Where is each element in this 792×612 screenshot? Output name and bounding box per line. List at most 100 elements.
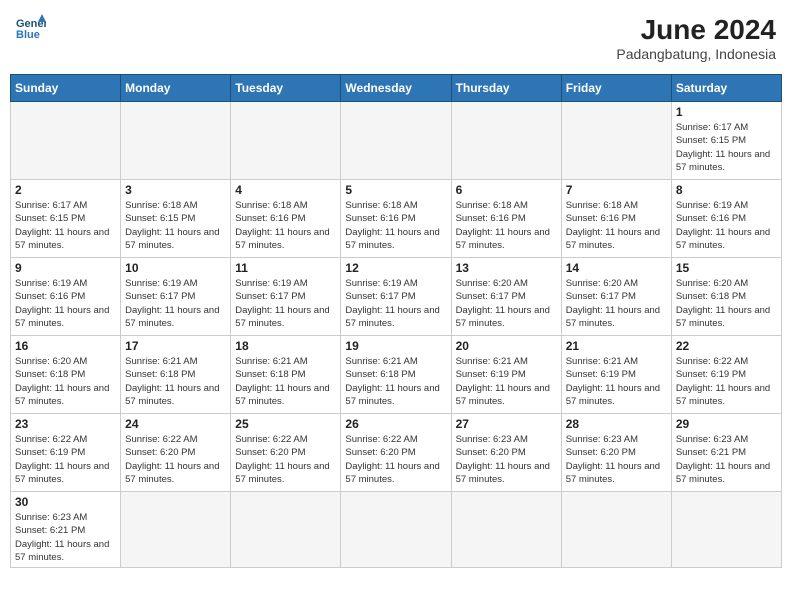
calendar-cell: 2Sunrise: 6:17 AMSunset: 6:15 PMDaylight… — [11, 180, 121, 258]
day-of-week-tuesday: Tuesday — [231, 75, 341, 102]
day-info: Sunrise: 6:18 AMSunset: 6:16 PMDaylight:… — [456, 199, 557, 252]
calendar-cell: 8Sunrise: 6:19 AMSunset: 6:16 PMDaylight… — [671, 180, 781, 258]
calendar-cell — [451, 492, 561, 568]
calendar-cell: 11 Sunrise: 6:19 AMSunset: 6:17 PMDayligh… — [231, 258, 341, 336]
day-info: Sunrise: 6:19 AMSunset: 6:17 PMDaylight:… — [125, 277, 226, 330]
day-info: Sunrise: 6:18 AMSunset: 6:16 PMDaylight:… — [235, 199, 336, 252]
calendar-cell — [121, 492, 231, 568]
calendar-cell: 9 Sunrise: 6:19 AMSunset: 6:16 PMDaylight… — [11, 258, 121, 336]
svg-text:Blue: Blue — [16, 29, 40, 41]
day-of-week-wednesday: Wednesday — [341, 75, 451, 102]
calendar-cell: 13 Sunrise: 6:20 AMSunset: 6:17 PMDayligh… — [451, 258, 561, 336]
day-info: Sunrise: 6:21 AMSunset: 6:18 PMDaylight:… — [345, 355, 446, 408]
calendar-cell: 23 Sunrise: 6:22 AMSunset: 6:19 PMDayligh… — [11, 414, 121, 492]
calendar-cell — [341, 102, 451, 180]
calendar-cell: 1Sunrise: 6:17 AMSunset: 6:15 PMDaylight… — [671, 102, 781, 180]
day-info: Sunrise: 6:19 AMSunset: 6:16 PMDaylight:… — [15, 277, 116, 330]
general-blue-logo-icon: General Blue — [16, 14, 46, 42]
day-info: Sunrise: 6:21 AMSunset: 6:19 PMDaylight:… — [566, 355, 667, 408]
day-info: Sunrise: 6:22 AMSunset: 6:20 PMDaylight:… — [125, 433, 226, 486]
day-number: 25 — [235, 417, 336, 431]
calendar-cell: 7Sunrise: 6:18 AMSunset: 6:16 PMDaylight… — [561, 180, 671, 258]
day-info: Sunrise: 6:22 AMSunset: 6:19 PMDaylight:… — [15, 433, 116, 486]
day-of-week-friday: Friday — [561, 75, 671, 102]
day-info: Sunrise: 6:21 AMSunset: 6:18 PMDaylight:… — [125, 355, 226, 408]
day-info: Sunrise: 6:23 AMSunset: 6:20 PMDaylight:… — [456, 433, 557, 486]
day-number: 23 — [15, 417, 116, 431]
calendar-cell: 24 Sunrise: 6:22 AMSunset: 6:20 PMDayligh… — [121, 414, 231, 492]
day-info: Sunrise: 6:22 AMSunset: 6:20 PMDaylight:… — [345, 433, 446, 486]
calendar-cell: 17 Sunrise: 6:21 AMSunset: 6:18 PMDayligh… — [121, 336, 231, 414]
calendar-week-row: 9 Sunrise: 6:19 AMSunset: 6:16 PMDaylight… — [11, 258, 782, 336]
calendar-cell: 29 Sunrise: 6:23 AMSunset: 6:21 PMDayligh… — [671, 414, 781, 492]
day-info: Sunrise: 6:20 AMSunset: 6:17 PMDaylight:… — [456, 277, 557, 330]
day-number: 30 — [15, 495, 116, 509]
day-number: 14 — [566, 261, 667, 275]
calendar-cell: 6 Sunrise: 6:18 AMSunset: 6:16 PMDaylight… — [451, 180, 561, 258]
calendar-cell — [451, 102, 561, 180]
day-info: Sunrise: 6:23 AMSunset: 6:21 PMDaylight:… — [676, 433, 777, 486]
calendar-cell: 26Sunrise: 6:22 AMSunset: 6:20 PMDayligh… — [341, 414, 451, 492]
calendar-cell: 16Sunrise: 6:20 AMSunset: 6:18 PMDayligh… — [11, 336, 121, 414]
calendar-table: SundayMondayTuesdayWednesdayThursdayFrid… — [10, 74, 782, 568]
calendar-cell — [121, 102, 231, 180]
calendar-cell — [561, 492, 671, 568]
day-number: 6 — [456, 183, 557, 197]
day-of-week-sunday: Sunday — [11, 75, 121, 102]
day-info: Sunrise: 6:20 AMSunset: 6:17 PMDaylight:… — [566, 277, 667, 330]
day-number: 20 — [456, 339, 557, 353]
calendar-cell — [561, 102, 671, 180]
day-info: Sunrise: 6:20 AMSunset: 6:18 PMDaylight:… — [15, 355, 116, 408]
day-number: 18 — [235, 339, 336, 353]
day-number: 21 — [566, 339, 667, 353]
calendar-week-row: 2Sunrise: 6:17 AMSunset: 6:15 PMDaylight… — [11, 180, 782, 258]
day-info: Sunrise: 6:21 AMSunset: 6:18 PMDaylight:… — [235, 355, 336, 408]
day-info: Sunrise: 6:18 AMSunset: 6:15 PMDaylight:… — [125, 199, 226, 252]
calendar-cell: 14 Sunrise: 6:20 AMSunset: 6:17 PMDayligh… — [561, 258, 671, 336]
day-number: 3 — [125, 183, 226, 197]
day-number: 28 — [566, 417, 667, 431]
day-number: 1 — [676, 105, 777, 119]
title-area: June 2024 Padangbatung, Indonesia — [616, 14, 776, 62]
calendar-week-row: 16Sunrise: 6:20 AMSunset: 6:18 PMDayligh… — [11, 336, 782, 414]
day-number: 13 — [456, 261, 557, 275]
day-info: Sunrise: 6:21 AMSunset: 6:19 PMDaylight:… — [456, 355, 557, 408]
calendar-cell: 15Sunrise: 6:20 AMSunset: 6:18 PMDayligh… — [671, 258, 781, 336]
day-number: 4 — [235, 183, 336, 197]
day-number: 7 — [566, 183, 667, 197]
day-of-week-thursday: Thursday — [451, 75, 561, 102]
calendar-cell: 25Sunrise: 6:22 AMSunset: 6:20 PMDayligh… — [231, 414, 341, 492]
day-number: 17 — [125, 339, 226, 353]
day-number: 11 — [235, 261, 336, 275]
calendar-cell: 30 Sunrise: 6:23 AMSunset: 6:21 PMDayligh… — [11, 492, 121, 568]
calendar-cell: 5 Sunrise: 6:18 AMSunset: 6:16 PMDaylight… — [341, 180, 451, 258]
day-number: 24 — [125, 417, 226, 431]
calendar-cell: 18 Sunrise: 6:21 AMSunset: 6:18 PMDayligh… — [231, 336, 341, 414]
calendar-cell: 28 Sunrise: 6:23 AMSunset: 6:20 PMDayligh… — [561, 414, 671, 492]
day-info: Sunrise: 6:22 AMSunset: 6:19 PMDaylight:… — [676, 355, 777, 408]
day-info: Sunrise: 6:23 AMSunset: 6:20 PMDaylight:… — [566, 433, 667, 486]
day-number: 5 — [345, 183, 446, 197]
calendar-cell — [671, 492, 781, 568]
day-of-week-monday: Monday — [121, 75, 231, 102]
day-info: Sunrise: 6:18 AMSunset: 6:16 PMDaylight:… — [345, 199, 446, 252]
calendar-week-row: 1Sunrise: 6:17 AMSunset: 6:15 PMDaylight… — [11, 102, 782, 180]
header: General Blue June 2024 Padangbatung, Ind… — [10, 10, 782, 66]
calendar-cell — [231, 102, 341, 180]
calendar-cell: 20 Sunrise: 6:21 AMSunset: 6:19 PMDayligh… — [451, 336, 561, 414]
calendar-cell — [231, 492, 341, 568]
calendar-week-row: 30 Sunrise: 6:23 AMSunset: 6:21 PMDayligh… — [11, 492, 782, 568]
calendar-cell: 27 Sunrise: 6:23 AMSunset: 6:20 PMDayligh… — [451, 414, 561, 492]
calendar-week-row: 23 Sunrise: 6:22 AMSunset: 6:19 PMDayligh… — [11, 414, 782, 492]
day-info: Sunrise: 6:19 AMSunset: 6:17 PMDaylight:… — [235, 277, 336, 330]
day-number: 27 — [456, 417, 557, 431]
calendar-cell: 10Sunrise: 6:19 AMSunset: 6:17 PMDayligh… — [121, 258, 231, 336]
day-number: 9 — [15, 261, 116, 275]
day-number: 22 — [676, 339, 777, 353]
calendar-cell: 3 Sunrise: 6:18 AMSunset: 6:15 PMDaylight… — [121, 180, 231, 258]
day-info: Sunrise: 6:23 AMSunset: 6:21 PMDaylight:… — [15, 511, 116, 564]
calendar-cell: 19Sunrise: 6:21 AMSunset: 6:18 PMDayligh… — [341, 336, 451, 414]
day-number: 8 — [676, 183, 777, 197]
day-number: 29 — [676, 417, 777, 431]
day-info: Sunrise: 6:19 AMSunset: 6:17 PMDaylight:… — [345, 277, 446, 330]
